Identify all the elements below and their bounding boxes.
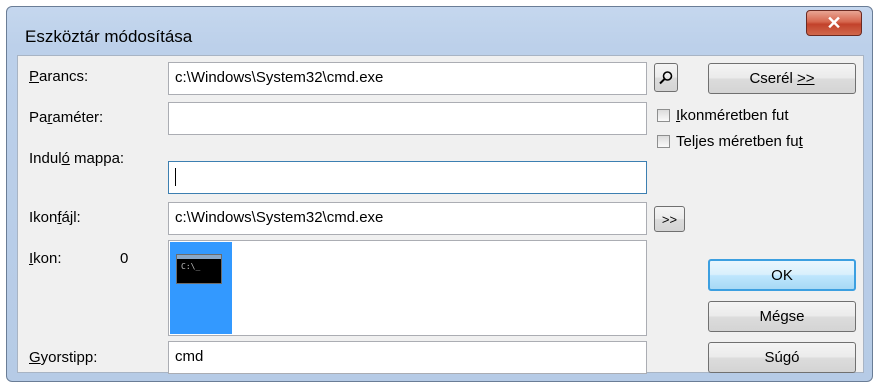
gyorstipp-label: Gyorstipp: [29,349,98,366]
ikonmeret-label: Ikonméretben fut [676,107,789,124]
checkbox-box[interactable] [657,109,670,122]
ikonfajl-label: Ikonfájl: [29,209,81,226]
title-bar[interactable]: Eszköztár módosítása ✕ [7,7,872,51]
cancel-button[interactable]: Mégse [708,301,856,332]
parameter-label: Paraméter: [29,109,104,126]
ikonfajl-input[interactable]: c:\Windows\System32\cmd.exe [168,202,647,235]
ikon-label: Ikon: [29,250,62,267]
cmd-icon-text: C:\_ [181,262,201,271]
close-button[interactable]: ✕ [806,10,862,36]
teljes-meret-checkbox[interactable]: Teljes méretben fut [657,133,803,150]
ikon-index: 0 [120,250,129,267]
ikonmeret-checkbox[interactable]: Ikonméretben fut [657,107,789,124]
parancs-input[interactable]: c:\Windows\System32\cmd.exe [168,62,647,95]
gyorstipp-input[interactable]: cmd [168,341,647,374]
window-title: Eszköztár módosítása [25,27,193,46]
parancs-browse-button[interactable] [654,63,678,92]
parameter-input[interactable] [168,102,647,135]
close-icon: ✕ [826,12,842,33]
icon-list-item[interactable]: C:\_ [170,242,232,334]
text-caret [175,168,176,186]
search-icon [659,70,673,84]
indulo-mappa-label: Induló mappa: [29,150,125,167]
ok-button[interactable]: OK [708,259,856,291]
dialog-client-area: Parancs: c:\Windows\System32\cmd.exe Cse… [17,55,864,374]
checkbox-box[interactable] [657,135,670,148]
help-button[interactable]: Súgó [708,342,856,373]
cmd-icon: C:\_ [176,254,222,284]
csere-button[interactable]: Cserél >> [708,63,856,94]
indulo-mappa-input[interactable] [168,161,647,194]
icon-list[interactable]: C:\_ [168,240,647,336]
dialog-window: Eszköztár módosítása ✕ Parancs: c:\Windo… [6,6,873,382]
ikonfajl-browse-button[interactable]: >> [654,206,685,232]
parancs-label: Parancs: [29,68,89,85]
cmd-icon-titlebar [177,255,221,259]
teljes-meret-label: Teljes méretben fut [676,133,803,150]
